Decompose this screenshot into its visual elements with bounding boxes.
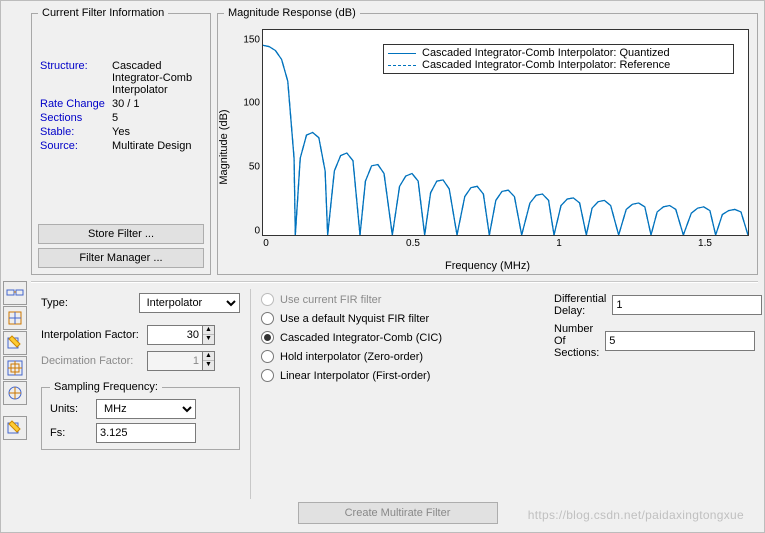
interp-factor-spinner[interactable]: ▲▼ [147,325,215,345]
decim-factor-label: Decimation Factor: [41,355,141,367]
source-key: Source: [38,139,110,153]
toolbar-button-6[interactable] [3,416,27,440]
ratechange-key: Rate Change [38,97,110,111]
fs-input[interactable] [96,423,196,443]
sections-val: 5 [110,111,204,125]
create-multirate-filter-button[interactable]: Create Multirate Filter [298,502,498,524]
diffdelay-label: Differential Delay: [554,293,606,317]
chart-xlabel: Frequency (MHz) [445,260,530,272]
legend-line-quantized-icon [388,53,416,54]
radio-linear[interactable] [261,369,274,382]
sampling-legend: Sampling Frequency: [50,381,162,393]
diffdelay-input[interactable] [612,295,762,315]
radio-nyquist[interactable] [261,312,274,325]
toolbar-button-5[interactable] [3,381,27,405]
toolbar-button-4[interactable] [3,356,27,380]
info-legend: Current Filter Information [38,7,168,19]
radio-hold-label: Hold interpolator (Zero-order) [280,351,423,363]
filter-kind-radiogroup: Use current FIR filter Use a default Nyq… [255,289,548,499]
fs-label: Fs: [50,427,90,439]
toolbar-button-2[interactable] [3,306,27,330]
xtick-1: 1 [556,238,562,249]
type-label: Type: [41,297,133,309]
vertical-separator [250,289,251,499]
toolbar-button-3[interactable] [3,331,27,355]
legend-reference: Cascaded Integrator-Comb Interpolator: R… [422,59,670,71]
ytick-100: 100 [243,98,260,109]
spinner-down-icon: ▼ [203,361,214,369]
panel-divider [31,281,758,283]
source-val: Multirate Design [110,139,204,153]
radio-cic[interactable] [261,331,274,344]
units-select[interactable]: MHz [96,399,196,419]
sections-key: Sections [38,111,110,125]
spinner-down-icon[interactable]: ▼ [203,335,214,343]
ytick-50: 50 [249,162,260,173]
units-label: Units: [50,403,90,415]
spinner-up-icon: ▲ [203,352,214,361]
radio-current-fir [261,293,274,306]
ytick-0: 0 [254,226,260,237]
stable-val: Yes [110,125,204,139]
design-left-column: Type: Interpolator Interpolation Factor:… [31,289,246,499]
side-toolbar [1,279,29,532]
chart-ylabel: Magnitude (dB) [218,109,230,184]
structure-key: Structure: [38,59,110,97]
legend-line-reference-icon [388,65,416,66]
interp-factor-input[interactable] [147,325,203,345]
current-filter-info-panel: Current Filter Information Structure: Ca… [31,7,211,275]
numsections-input[interactable] [605,331,755,351]
radio-linear-label: Linear Interpolator (First-order) [280,370,430,382]
numsections-label: Number Of Sections: [554,323,599,359]
xtick-0: 0 [263,238,269,249]
filter-info-table: Structure: Cascaded Integrator-Comb Inte… [38,59,204,153]
decim-factor-input [147,351,203,371]
radio-nyquist-label: Use a default Nyquist FIR filter [280,313,429,325]
chart-axes: Cascaded Integrator-Comb Interpolator: Q… [262,29,749,236]
type-select[interactable]: Interpolator [139,293,240,313]
store-filter-button[interactable]: Store Filter ... [38,224,204,244]
toolbar-button-1[interactable] [3,281,27,305]
ytick-150: 150 [243,35,260,46]
spinner-up-icon[interactable]: ▲ [203,326,214,335]
radio-current-fir-label: Use current FIR filter [280,294,381,306]
chart-legend-box: Cascaded Integrator-Comb Interpolator: Q… [383,44,734,74]
xtick-1_5: 1.5 [698,238,712,249]
design-right-column: Differential Delay: Number Of Sections: [548,289,758,499]
mag-legend: Magnitude Response (dB) [224,7,360,19]
decim-factor-spinner: ▲▼ [147,351,215,371]
ratechange-val: 30 / 1 [110,97,204,111]
stable-key: Stable: [38,125,110,139]
legend-quantized: Cascaded Integrator-Comb Interpolator: Q… [422,47,670,59]
xtick-0_5: 0.5 [406,238,420,249]
sampling-frequency-group: Sampling Frequency: Units: MHz Fs: [41,381,240,450]
magnitude-response-panel: Magnitude Response (dB) Magnitude (dB) F… [217,7,758,275]
interp-factor-label: Interpolation Factor: [41,329,141,341]
radio-cic-label: Cascaded Integrator-Comb (CIC) [280,332,442,344]
structure-val: Cascaded Integrator-Comb Interpolator [110,59,204,97]
filter-manager-button[interactable]: Filter Manager ... [38,248,204,268]
radio-hold[interactable] [261,350,274,363]
